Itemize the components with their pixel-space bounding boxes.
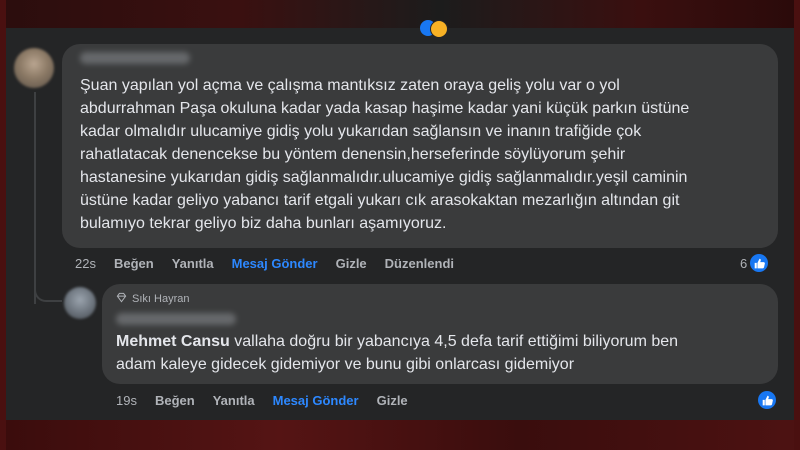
like-button[interactable]: Beğen [114,256,154,271]
comment-line: Şuan yapılan yol açma ve çalışma mantıks… [80,77,620,94]
comment-line: hastanesine yukarıdan gidiş sağlanmalıdı… [80,169,688,186]
reply-timestamp[interactable]: 19s [116,393,137,408]
reaction-count: 6 [740,255,748,271]
replier-avatar[interactable] [64,287,96,319]
like-button[interactable]: Beğen [155,393,195,408]
reply-button[interactable]: Yanıtla [213,393,255,408]
hide-button[interactable]: Gizle [336,256,367,271]
reply-reaction-summary[interactable] [755,391,776,409]
comment-line: üstüne kadar geliyo yabancı tarif etgali… [80,192,680,209]
badge-label: Sıkı Hayran [132,293,190,305]
reply-line-text: vallaha doğru bir yabancıya 4,5 defa tar… [229,333,679,350]
comment-actions: 22s Beğen Yanıtla Mesaj Gönder Gizle Düz… [75,256,472,271]
send-message-button[interactable]: Mesaj Gönder [273,393,359,408]
reply-actions: 19s Beğen Yanıtla Mesaj Gönder Gizle [116,393,426,408]
haha-reaction-icon [430,20,448,38]
comment-line: bulamıyo tekrar geliyo biz daha bunları … [80,215,447,232]
commenter-avatar[interactable] [14,48,54,88]
thread-line [34,92,36,304]
mentioned-user[interactable]: Mehmet Cansu [116,333,230,350]
reply-line: adam kaleye gidecek gidemiyor ve bunu gi… [116,356,575,373]
comment-text: Şuan yapılan yol açma ve çalışma mantıks… [80,74,770,235]
frame-right [794,0,800,450]
comment-line: abdurrahman Paşa okuluna kadar yada kasa… [80,100,690,117]
edited-label[interactable]: Düzenlendi [385,256,454,271]
reply-text: Mehmet Cansu vallaha doğru bir yabancıya… [116,330,766,376]
thread-connector [34,282,62,302]
diamond-icon [116,292,127,306]
send-message-button[interactable]: Mesaj Gönder [232,256,318,271]
replier-name-blurred[interactable] [116,313,236,325]
comment-line: rahatlatacak denencekse bu yöntem denens… [80,146,626,163]
hide-button[interactable]: Gizle [377,393,408,408]
reply-line: Mehmet Cansu vallaha doğru bir yabancıya… [116,330,766,353]
like-icon [758,391,776,409]
comment-reaction-summary[interactable]: 6 [740,254,769,272]
fan-badge: Sıkı Hayran [116,292,189,306]
frame-bottom [0,416,800,450]
like-icon [750,254,769,272]
comment-timestamp[interactable]: 22s [75,256,96,271]
commenter-name-blurred[interactable] [80,52,190,64]
comment-line: kadar olmalıdır ulucamiye gidiş yolu yuk… [80,123,642,140]
reply-button[interactable]: Yanıtla [172,256,214,271]
